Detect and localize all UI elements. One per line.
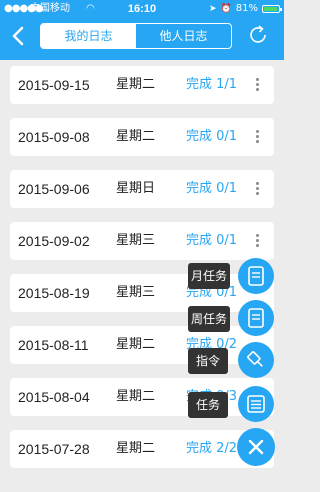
list-item[interactable]: 2015-08-04 星期二 完成 0/3 [10,378,274,416]
log-date: 2015-07-28 [18,441,90,457]
segmented-control: 我的日志 他人日志 [40,23,232,49]
location-icon: ➤ [209,4,217,14]
log-weekday: 星期三 [116,285,156,300]
log-weekday: 星期二 [116,389,156,404]
log-list: 2015-09-15 星期二 完成 1/1 2015-09-08 星期二 完成 … [10,66,274,482]
list-item[interactable]: 2015-09-06 星期日 完成 0/1 [10,170,274,208]
list-icon [247,395,265,413]
battery-icon [262,5,282,13]
document-icon [248,266,264,286]
log-date: 2015-08-04 [18,389,90,405]
log-status: 完成 0/1 [186,181,238,196]
status-right: ➤ ⏰ 81% [209,0,282,18]
log-weekday: 星期二 [116,337,156,352]
log-date: 2015-09-15 [18,77,90,93]
document-icon [248,308,264,328]
fab-label-weekly-task[interactable]: 周任务 [188,306,230,332]
log-date: 2015-08-11 [18,337,89,353]
more-icon[interactable] [256,130,260,144]
log-status: 完成 0/1 [186,233,238,248]
fab-label-task[interactable]: 任务 [188,392,228,418]
status-bar: ●●●●● 中国移动 ◠ 16:10 ➤ ⏰ 81% [0,0,284,18]
more-icon[interactable] [256,234,260,248]
list-item[interactable]: 2015-09-08 星期二 完成 0/1 [10,118,274,156]
more-icon[interactable] [256,78,260,92]
fab-task-button[interactable] [238,386,274,422]
back-icon[interactable] [10,26,26,46]
list-item[interactable]: 2015-08-19 星期三 完成 0/1 [10,274,274,312]
log-weekday: 星期日 [116,181,156,196]
fab-instruction-button[interactable] [238,342,274,378]
list-item[interactable]: 2015-09-15 星期二 完成 1/1 [10,66,274,104]
close-icon [248,439,264,455]
fab-close-button[interactable] [237,428,275,466]
fab-label-instruction[interactable]: 指令 [188,348,228,374]
tab-others-logs[interactable]: 他人日志 [136,24,231,48]
fab-weekly-task-button[interactable] [238,300,274,336]
log-weekday: 星期二 [116,441,156,456]
fab-label-monthly-task[interactable]: 月任务 [188,263,230,289]
log-weekday: 星期三 [116,233,156,248]
log-status: 完成 0/1 [186,129,238,144]
log-date: 2015-09-06 [18,181,90,197]
log-weekday: 星期二 [116,129,156,144]
top-bar: ●●●●● 中国移动 ◠ 16:10 ➤ ⏰ 81% 我的日志 他人日志 [0,0,284,60]
alarm-icon: ⏰ [220,4,232,14]
tab-my-logs[interactable]: 我的日志 [41,24,136,48]
log-date: 2015-09-08 [18,129,90,145]
list-item[interactable]: 2015-08-11 星期二 完成 0/2 [10,326,274,364]
log-date: 2015-09-02 [18,233,90,249]
log-weekday: 星期二 [116,77,156,92]
pin-icon [247,351,263,367]
log-date: 2015-08-19 [18,285,90,301]
log-status: 完成 1/1 [186,77,238,92]
more-icon[interactable] [256,182,260,196]
battery-percent: 81% [235,3,258,14]
refresh-icon[interactable] [247,24,269,46]
list-item[interactable]: 2015-07-28 星期二 完成 2/2 [10,430,274,468]
list-item[interactable]: 2015-09-02 星期三 完成 0/1 [10,222,274,260]
fab-monthly-task-button[interactable] [238,258,274,294]
